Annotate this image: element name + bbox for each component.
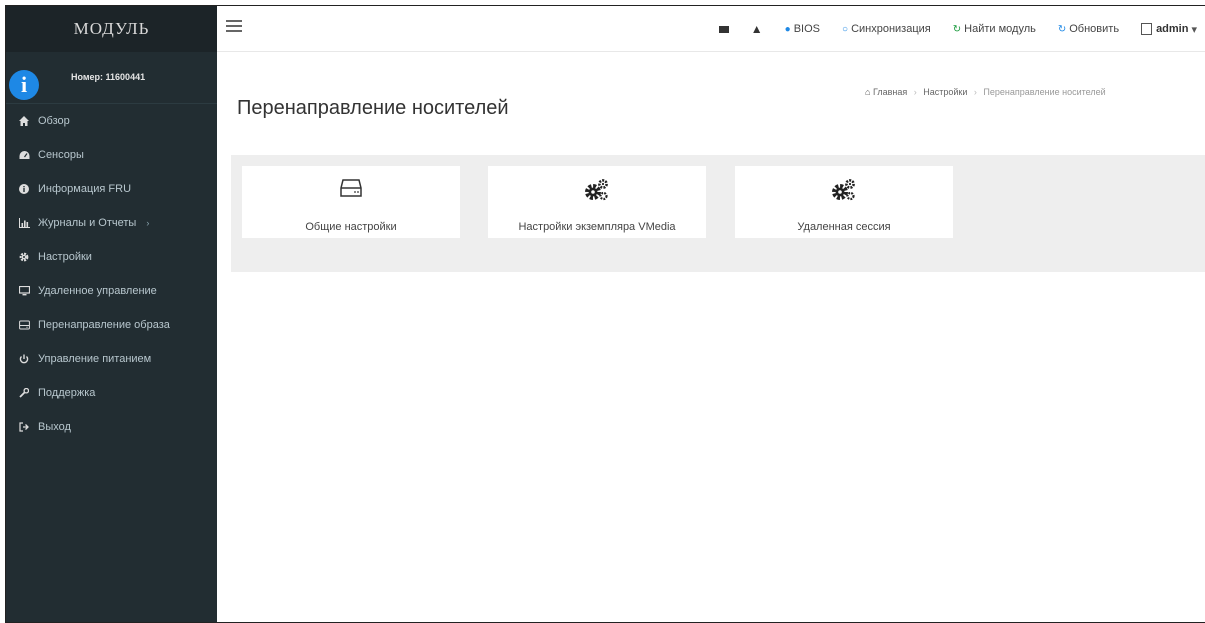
find-module-label: Найти модуль bbox=[964, 23, 1036, 35]
alerts-button[interactable]: ▲ bbox=[751, 22, 763, 36]
menu-toggle-icon[interactable] bbox=[226, 20, 242, 32]
warning-icon: ▲ bbox=[750, 22, 763, 36]
power-icon bbox=[16, 354, 32, 364]
sidebar-item-power-management[interactable]: Управление питанием bbox=[6, 342, 217, 376]
main-content: Перенаправление носителей ⌂ Главная › На… bbox=[217, 52, 1205, 622]
find-module-button[interactable]: ↻ Найти модуль bbox=[953, 23, 1036, 35]
chevron-right-icon: › bbox=[146, 218, 150, 228]
drive-icon bbox=[16, 320, 32, 330]
sidebar-item-label: Настройки bbox=[38, 251, 92, 263]
sync-label: Синхронизация bbox=[851, 23, 931, 35]
refresh-label: Обновить bbox=[1069, 23, 1120, 35]
sidebar-item-fru-info[interactable]: Информация FRU bbox=[6, 172, 217, 206]
sidebar-item-remote-control[interactable]: Удаленное управление bbox=[6, 274, 217, 308]
refresh-green-icon: ↻ bbox=[952, 23, 962, 35]
wrench-icon bbox=[16, 388, 32, 398]
sidebar-item-logs-reports[interactable]: Журналы и Отчеты › bbox=[6, 206, 217, 240]
envelope-icon bbox=[718, 25, 729, 33]
sidebar-item-label: Журналы и Отчеты bbox=[38, 217, 137, 229]
sidebar-item-sensors[interactable]: Сенсоры bbox=[6, 138, 217, 172]
sidebar-item-label: Удаленное управление bbox=[38, 285, 157, 297]
gear-icon bbox=[16, 252, 32, 262]
settings-tiles: Общие настройки Настройки экземпляра VMe… bbox=[231, 155, 1205, 272]
sidebar-item-settings[interactable]: Настройки bbox=[6, 240, 217, 274]
tile-vmedia-instance-settings[interactable]: Настройки экземпляра VMedia bbox=[488, 166, 706, 238]
navbar-right: ▲ ● BIOS ○ Синхронизация ↻ Найти модуль … bbox=[718, 6, 1205, 52]
sidebar-item-logout[interactable]: Выход bbox=[6, 410, 217, 444]
tile-label: Настройки экземпляра VMedia bbox=[518, 221, 676, 233]
user-menu[interactable]: admin ▾ bbox=[1141, 23, 1197, 36]
sign-out-icon bbox=[16, 422, 32, 432]
chart-icon bbox=[16, 218, 32, 228]
refresh-button[interactable]: ↻ Обновить bbox=[1058, 23, 1119, 35]
monitor-icon bbox=[16, 286, 32, 296]
user-icon bbox=[1141, 23, 1153, 35]
sidebar-item-label: Управление питанием bbox=[38, 353, 152, 365]
refresh-icon: ↻ bbox=[1057, 23, 1067, 35]
tile-general-settings[interactable]: Общие настройки bbox=[242, 166, 460, 238]
home-icon: ⌂ bbox=[865, 87, 871, 97]
dashboard-icon bbox=[16, 150, 32, 160]
info-circle-icon bbox=[16, 184, 32, 194]
breadcrumb-settings[interactable]: Настройки bbox=[923, 87, 967, 97]
tile-label: Удаленная сессия bbox=[797, 221, 891, 233]
sidebar-item-label: Перенаправление образа bbox=[38, 319, 170, 331]
username: admin bbox=[1156, 23, 1189, 35]
sync-icon: ○ bbox=[842, 23, 849, 35]
user-panel: i Номер: 11600441 bbox=[6, 52, 217, 104]
home-icon bbox=[16, 116, 32, 126]
bios-button[interactable]: ● BIOS bbox=[785, 23, 820, 35]
sidebar-item-label: Информация FRU bbox=[38, 183, 132, 195]
messages-button[interactable] bbox=[718, 25, 729, 33]
sidebar: МОДУЛЬ i Номер: 11600441 Обзор Сенсоры И… bbox=[6, 6, 217, 622]
caret-down-icon: ▾ bbox=[1191, 23, 1197, 36]
breadcrumb: ⌂ Главная › Настройки › Перенаправление … bbox=[865, 87, 1106, 97]
sidebar-item-label: Обзор bbox=[38, 115, 70, 127]
bios-label: BIOS bbox=[793, 23, 821, 35]
top-navbar: ▲ ● BIOS ○ Синхронизация ↻ Найти модуль … bbox=[217, 6, 1205, 52]
page-title: Перенаправление носителей bbox=[237, 97, 509, 119]
hdd-icon bbox=[340, 178, 362, 201]
sync-button[interactable]: ○ Синхронизация bbox=[842, 23, 931, 35]
gears-icon bbox=[584, 178, 610, 205]
tile-remote-session[interactable]: Удаленная сессия bbox=[735, 166, 953, 238]
sidebar-item-support[interactable]: Поддержка bbox=[6, 376, 217, 410]
sidebar-menu: Обзор Сенсоры Информация FRU Журналы и О… bbox=[6, 104, 217, 444]
sidebar-item-label: Поддержка bbox=[38, 387, 96, 399]
gears-icon bbox=[831, 178, 857, 205]
tile-label: Общие настройки bbox=[305, 221, 397, 233]
info-icon: i bbox=[9, 70, 39, 100]
app-window: МОДУЛЬ i Номер: 11600441 Обзор Сенсоры И… bbox=[5, 5, 1205, 623]
sidebar-item-label: Выход bbox=[38, 421, 71, 433]
sidebar-item-label: Сенсоры bbox=[38, 149, 84, 161]
sidebar-item-overview[interactable]: Обзор bbox=[6, 104, 217, 138]
breadcrumb-home[interactable]: Главная bbox=[873, 87, 907, 97]
brand-logo[interactable]: МОДУЛЬ bbox=[6, 6, 217, 52]
breadcrumb-current: Перенаправление носителей bbox=[983, 87, 1106, 97]
sidebar-item-image-redirection[interactable]: Перенаправление образа bbox=[6, 308, 217, 342]
info-circle-icon: ● bbox=[784, 23, 791, 35]
module-number: Номер: 11600441 bbox=[71, 72, 146, 82]
